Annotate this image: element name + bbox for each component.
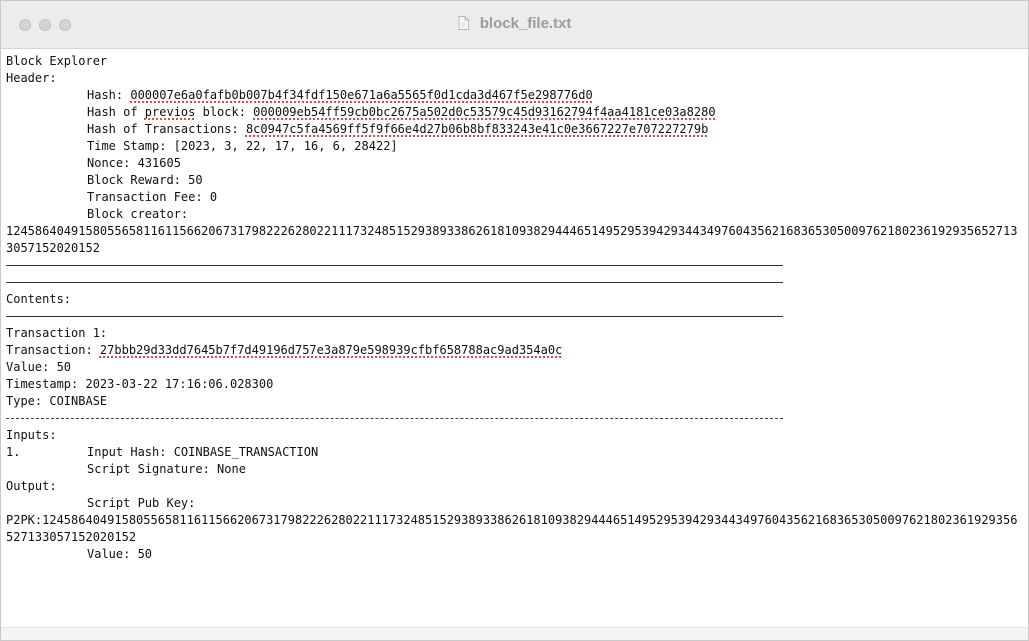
header-timestamp: Time Stamp: [2023, 3, 22, 17, 16, 6, 284…: [87, 139, 398, 153]
transaction-divider: [6, 410, 783, 427]
block-reward-value: Block Reward: 50: [87, 173, 203, 187]
header-label: Header:: [6, 71, 57, 85]
block-reward-line: Block Reward: 50: [6, 172, 1021, 189]
block-hash-label: Hash:: [87, 88, 131, 102]
transaction-timestamp: Timestamp: 2023-03-22 17:16:06.028300: [6, 377, 274, 391]
script-pub-key-label-line: Script Pub Key:: [6, 495, 1021, 512]
transaction-value: Value: 50: [6, 360, 72, 374]
text-content[interactable]: Block Explorer Header: Hash: 000007e6a0f…: [6, 53, 1021, 563]
block-creator-label-line: Block creator:: [6, 206, 1021, 223]
transactions-hash-label: Hash of Transactions:: [87, 122, 246, 136]
input-hash-line: 1. Input Hash: COINBASE_TRANSACTION: [6, 444, 1021, 461]
transaction-hash-label: Transaction:: [6, 343, 100, 357]
transaction-type: Type: COINBASE: [6, 394, 108, 408]
script-signature: Script Signature: None: [87, 462, 246, 476]
dashed-divider-line: [6, 418, 783, 419]
section-divider: [6, 274, 783, 291]
bottom-edge: [1, 627, 1028, 640]
section-divider: [6, 257, 783, 274]
nonce-line: Nonce: 431605: [6, 155, 1021, 172]
transaction-hash-line: Transaction: 27bbb29d33dd7645b7f7d49196d…: [6, 342, 1021, 359]
divider-line: [6, 265, 783, 266]
timestamp-line: Time Stamp: [2023, 3, 22, 17, 16, 6, 284…: [6, 138, 1021, 155]
divider-line: [6, 282, 783, 283]
document-icon: [458, 16, 469, 30]
block-hash-value: 000007e6a0fafb0b007b4f34fdf150e671a6a556…: [130, 88, 593, 102]
transaction-hash-value: 27bbb29d33dd7645b7f7d49196d757e3a879e598…: [99, 343, 563, 357]
block-explorer-heading: Block Explorer: [6, 54, 108, 68]
previous-block-label-suffix: block:: [195, 105, 254, 119]
block-creator-label: Block creator:: [87, 207, 189, 221]
title-bar: block_file.txt: [1, 1, 1028, 49]
script-signature-line: Script Signature: None: [6, 461, 1021, 478]
script-pub-key-value: P2PK:12458640491580556581161156620673179…: [6, 513, 1018, 544]
block-creator-value: 1245864049158055658116115662067317982226…: [6, 224, 1018, 255]
previous-block-label-prefix: Hash of: [87, 105, 145, 119]
block-hash-line: Hash: 000007e6a0fafb0b007b4f34fdf150e671…: [6, 87, 1021, 104]
window-title: block_file.txt: [479, 15, 572, 32]
transactions-hash-value: 8c0947c5fa4569ff5f9f66e4d27b06b8bf833243…: [245, 122, 709, 136]
transactions-hash-line: Hash of Transactions: 8c0947c5fa4569ff5f…: [6, 121, 1021, 138]
output-value-line: Value: 50: [6, 546, 1021, 563]
previous-block-hash-line: Hash of previos block: 000009eb54ff59cb0…: [6, 104, 1021, 121]
transaction-fee-value: Transaction Fee: 0: [87, 190, 218, 204]
output-value: Value: 50: [87, 547, 153, 561]
inputs-label: Inputs:: [6, 428, 57, 442]
previous-block-hash-value: 000009eb54ff59cb0bc2675a502d0c53579c45d9…: [253, 105, 716, 119]
script-pub-key-label: Script Pub Key:: [87, 496, 196, 510]
document-text-area[interactable]: Block Explorer Header: Hash: 000007e6a0f…: [1, 53, 1028, 640]
input-hash: Input Hash: COINBASE_TRANSACTION: [87, 445, 319, 459]
transaction-fee-line: Transaction Fee: 0: [6, 189, 1021, 206]
window-title-group: block_file.txt: [1, 13, 1028, 35]
contents-label: Contents:: [6, 292, 72, 306]
nonce-value: Nonce: 431605: [87, 156, 181, 170]
divider-line: [6, 316, 783, 317]
text-editor-window: block_file.txt Block Explorer Header: Ha…: [0, 0, 1029, 641]
misspelled-previous-word: previos: [144, 105, 196, 119]
output-label: Output:: [6, 479, 57, 493]
input-index: 1.: [6, 445, 21, 459]
section-divider: [6, 308, 783, 325]
transaction-title: Transaction 1:: [6, 326, 108, 340]
